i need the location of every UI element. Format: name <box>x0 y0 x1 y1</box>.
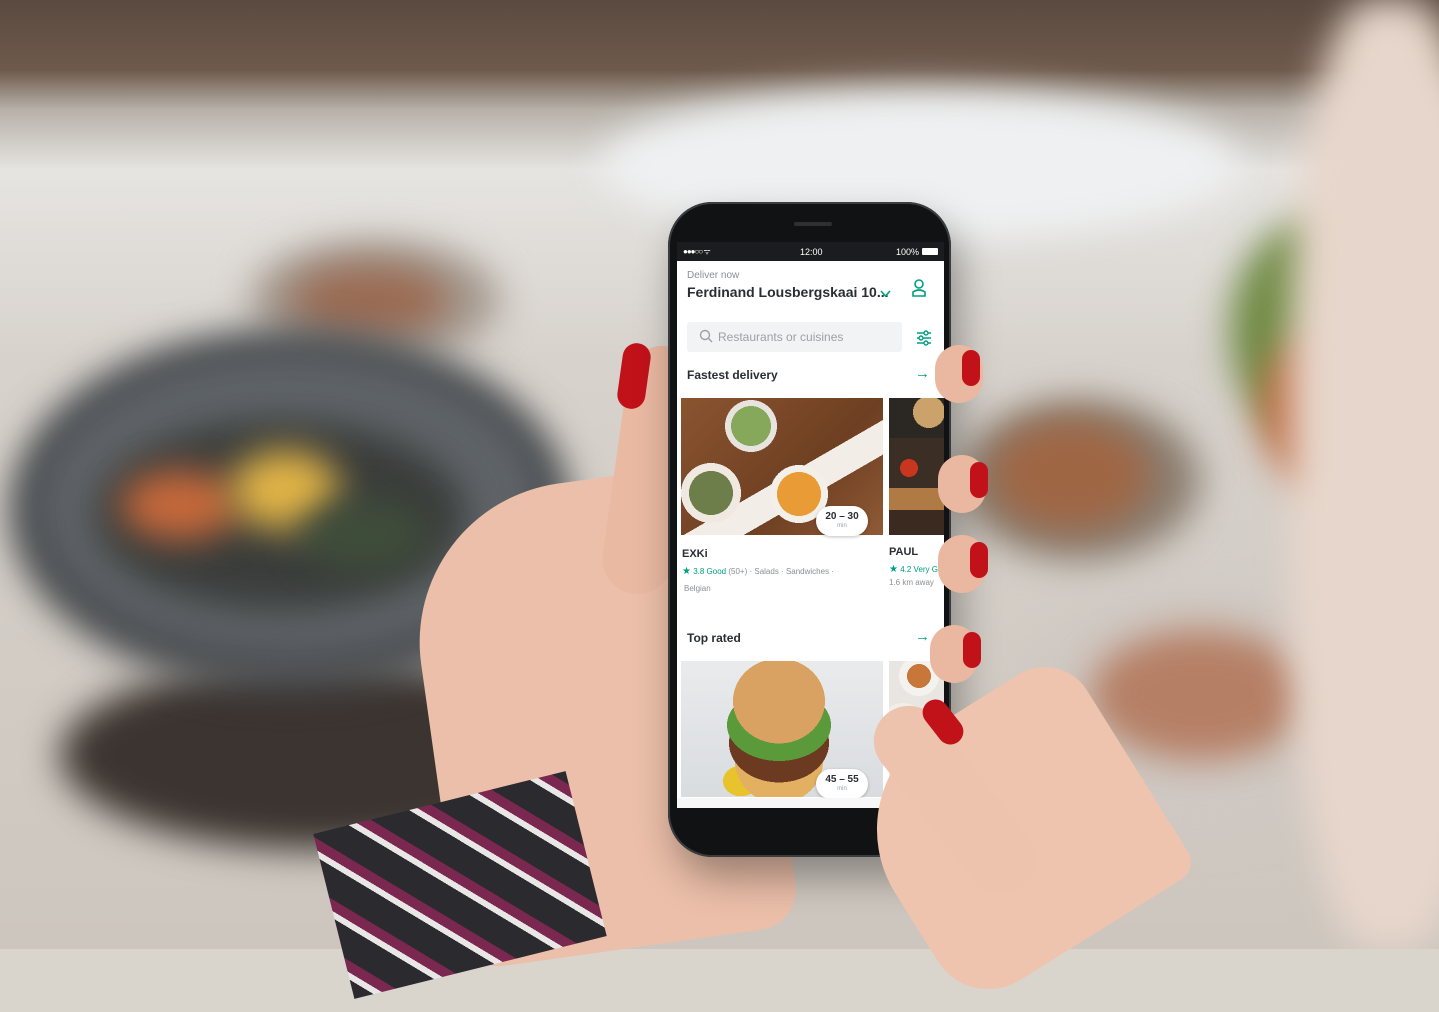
right-plate-food <box>1090 630 1310 760</box>
search-placeholder: Restaurants or cuisines <box>718 330 844 344</box>
delivery-time-range: 20 – 30 <box>825 511 859 522</box>
greens-topping <box>300 500 430 570</box>
delivery-time-badge: 20 – 30 min <box>816 506 868 536</box>
status-bar: ●●●○○ ᯤ 12:00 100% <box>677 242 944 261</box>
finger-nail <box>963 632 981 668</box>
paul-image[interactable] <box>889 398 944 535</box>
finger-nail <box>970 542 988 578</box>
search-icon <box>699 329 713 343</box>
status-time: 12:00 <box>800 247 823 257</box>
phone-speaker <box>794 222 832 226</box>
rating-text: 3.8 Good <box>693 567 727 576</box>
side-bowl-food <box>990 420 1150 530</box>
filter-sliders-icon[interactable] <box>916 330 932 346</box>
restaurant-name-exki[interactable]: EXKi <box>682 548 708 560</box>
restaurant-cuisine: Belgian <box>684 584 711 593</box>
delivery-time-badge: 45 – 55 min <box>816 769 868 799</box>
person-silhouette <box>1290 0 1439 949</box>
signal-icon: ●●●○○ ᯤ <box>683 247 711 256</box>
restaurant-meta-paul: ★ 4.2 Very G <box>889 564 938 575</box>
battery-percent: 100% <box>896 247 920 257</box>
section-title-top-rated: Top rated <box>687 631 741 645</box>
finger-nail <box>970 462 988 498</box>
delivery-time-range: 45 – 55 <box>825 774 859 785</box>
delivery-time-unit: min <box>837 523 847 529</box>
star-icon: ★ <box>682 566 691 577</box>
restaurant-details: (50+) · Salads · Sandwiches · <box>728 567 834 576</box>
delivery-address[interactable]: Ferdinand Lousbergskaai 10... <box>687 284 889 300</box>
search-input[interactable]: Restaurants or cuisines <box>687 322 902 352</box>
chevron-down-icon[interactable] <box>880 286 891 301</box>
finger-nail <box>962 350 980 386</box>
delivery-time-unit: min <box>837 786 847 792</box>
restaurant-meta-exki: ★ 3.8 Good (50+) · Salads · Sandwiches · <box>682 566 834 577</box>
person-icon[interactable] <box>911 278 927 298</box>
section-title-fastest-delivery: Fastest delivery <box>687 368 778 382</box>
deliver-label: Deliver now <box>687 270 740 281</box>
restaurant-name-paul[interactable]: PAUL <box>889 546 918 558</box>
star-icon: ★ <box>889 564 898 575</box>
arrow-right-icon[interactable]: → <box>915 628 930 645</box>
battery-icon <box>922 248 938 255</box>
background-plate-food <box>290 265 450 335</box>
rating-text: 4.2 Very G <box>900 565 938 574</box>
arrow-right-icon[interactable]: → <box>915 365 930 382</box>
restaurant-distance: 1.6 km away <box>889 578 934 587</box>
carrot-topping <box>120 470 240 540</box>
